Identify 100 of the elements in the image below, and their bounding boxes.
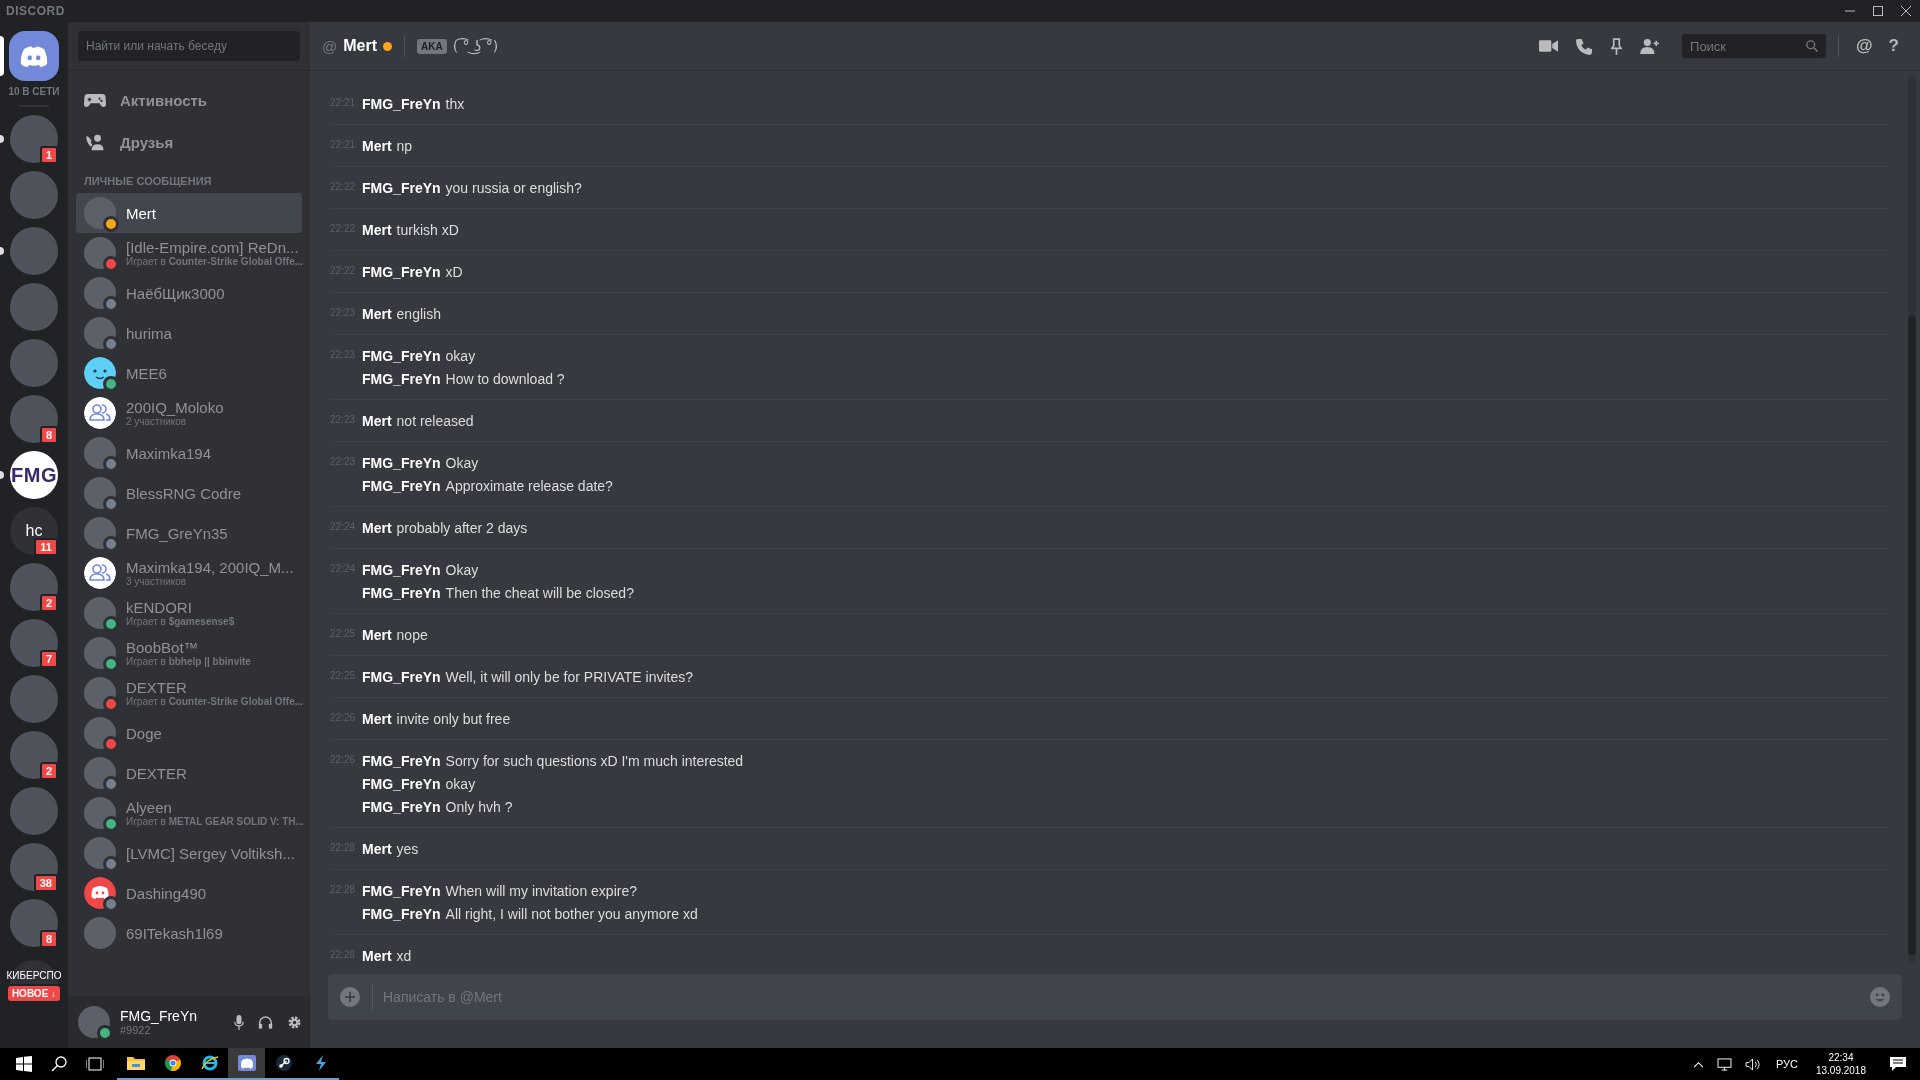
dm-item[interactable]: DEXTER xyxy=(76,753,302,793)
author-name[interactable]: Mert xyxy=(362,305,392,322)
avatar xyxy=(84,677,116,709)
author-name[interactable]: FMG_FreYn xyxy=(362,454,441,471)
dm-item[interactable]: 200IQ_Moloko 2 участников xyxy=(76,393,302,433)
dm-name: НаёбЩик3000 xyxy=(126,284,225,302)
author-name[interactable]: FMG_FreYn xyxy=(362,668,441,685)
server-avatar[interactable] xyxy=(10,563,58,611)
avatar xyxy=(84,717,116,749)
author-name[interactable]: FMG_FreYn xyxy=(362,370,441,387)
nav-item[interactable]: Активность xyxy=(76,79,302,121)
video-camera-icon[interactable] xyxy=(1539,39,1559,53)
new-badge[interactable]: НОВОЕ ↓ xyxy=(7,986,61,1001)
server-logo[interactable]: FMG xyxy=(10,451,58,499)
author-name[interactable]: FMG_FreYn xyxy=(362,882,441,899)
dm-name: MEE6 xyxy=(126,364,167,382)
dm-status: Играет в METAL GEAR SOLID V: TH... xyxy=(126,816,302,827)
microphone-icon[interactable] xyxy=(234,1014,244,1030)
dm-name: [LVMC] Sergey Voltiksh... xyxy=(126,844,295,862)
author-name[interactable]: Mert xyxy=(362,840,392,857)
volume-icon[interactable] xyxy=(1744,1057,1762,1071)
search-icon[interactable] xyxy=(51,1056,67,1072)
add-friend-icon[interactable] xyxy=(1640,38,1661,54)
server-avatar[interactable] xyxy=(10,731,58,779)
dm-item[interactable]: FMG_GreYn35 xyxy=(76,513,302,553)
network-icon[interactable] xyxy=(1715,1057,1733,1071)
author-name[interactable]: FMG_FreYn xyxy=(362,95,441,112)
taskbar-app[interactable] xyxy=(228,1048,265,1080)
dm-name: 200IQ_Moloko xyxy=(126,399,224,416)
browser-e-icon xyxy=(200,1055,219,1071)
search-field[interactable]: Найти или начать беседу xyxy=(78,31,300,61)
author-name[interactable]: FMG_FreYn xyxy=(362,752,441,769)
dm-name: Mert xyxy=(126,204,156,222)
close-icon[interactable] xyxy=(1901,6,1911,16)
message-text: xd xyxy=(396,947,412,964)
dm-item[interactable]: Alyeen Играет в METAL GEAR SOLID V: TH... xyxy=(76,793,302,833)
author-name[interactable]: FMG_FreYn xyxy=(362,477,441,494)
clock-time[interactable]: 22:34 xyxy=(1828,1051,1854,1064)
input-language[interactable]: РУС xyxy=(1775,1058,1798,1070)
chevron-up-icon[interactable] xyxy=(1692,1060,1704,1068)
server-avatar[interactable] xyxy=(10,899,58,947)
task-view-icon[interactable] xyxy=(86,1056,104,1072)
author-name[interactable]: Mert xyxy=(362,519,392,536)
maximize-icon[interactable] xyxy=(1873,6,1883,16)
dm-item[interactable]: [Idle-Empire.com] ReDn... Играет в Counter-Strike Global Offe... xyxy=(76,233,302,273)
clock-date[interactable]: 13.09.2018 xyxy=(1815,1064,1866,1077)
author-name[interactable]: Mert xyxy=(362,412,392,429)
search-field[interactable]: Поиск xyxy=(1690,38,1807,54)
server-avatar[interactable] xyxy=(10,395,58,443)
author-name[interactable]: FMG_FreYn xyxy=(362,905,441,922)
aka-badge: AKA xyxy=(417,38,447,54)
message-text: turkish xD xyxy=(396,221,459,238)
author-name[interactable]: FMG_FreYn xyxy=(362,584,441,601)
author-name[interactable]: Mert xyxy=(362,710,392,727)
message-text: probably after 2 days xyxy=(396,519,528,536)
author-name[interactable]: Mert xyxy=(362,137,392,154)
nav-item[interactable]: Друзья xyxy=(76,121,302,163)
dm-item[interactable]: kENDORI Играет в $gamesense$ xyxy=(76,593,302,633)
author-name[interactable]: Mert xyxy=(362,221,392,238)
author-name[interactable]: Mert xyxy=(362,626,392,643)
steam-icon xyxy=(275,1055,292,1071)
notifications-icon[interactable] xyxy=(1890,1057,1906,1071)
author-name[interactable]: FMG_FreYn xyxy=(362,263,441,280)
scrollbar[interactable] xyxy=(1908,75,1916,964)
dm-item[interactable]: НаёбЩик3000 xyxy=(76,273,302,313)
message-text: english xyxy=(396,305,441,322)
dm-item[interactable]: Dashing490 xyxy=(76,873,302,913)
dm-item[interactable]: MEE6 xyxy=(76,353,302,393)
dm-item[interactable]: [LVMC] Sergey Voltiksh... xyxy=(76,833,302,873)
dm-item[interactable]: hurima xyxy=(76,313,302,353)
windows-start-icon[interactable] xyxy=(16,1056,32,1072)
author-name[interactable]: FMG_FreYn xyxy=(362,179,441,196)
author-name[interactable]: FMG_FreYn xyxy=(362,561,441,578)
author-name[interactable]: FMG_FreYn xyxy=(362,347,441,364)
search-bar[interactable]: Поиск xyxy=(1682,34,1827,58)
pin-icon[interactable] xyxy=(1611,37,1623,55)
author-name[interactable]: Mert xyxy=(362,947,392,964)
dm-item[interactable]: Maximka194 xyxy=(76,433,302,473)
mention-badge: 38 xyxy=(33,874,58,892)
author-name[interactable]: FMG_FreYn xyxy=(362,798,441,815)
lightning-icon xyxy=(313,1055,328,1071)
scroll-thumb[interactable] xyxy=(1908,315,1916,955)
dm-item[interactable]: 69ITekash1l69 xyxy=(76,913,302,953)
dm-item[interactable]: BoobBot™ Играет в bbhelp || bbinvite xyxy=(76,633,302,673)
settings-icon[interactable] xyxy=(287,1014,302,1030)
phone-icon[interactable] xyxy=(1576,37,1594,55)
server-avatar[interactable] xyxy=(10,115,58,163)
friends-icon xyxy=(84,133,106,151)
dm-item[interactable]: BlessRNG Codre xyxy=(76,473,302,513)
message-text: Okay xyxy=(445,454,479,471)
dm-item[interactable]: Mert xyxy=(76,193,302,233)
headphones-icon[interactable] xyxy=(258,1015,273,1029)
help-button[interactable]: ? xyxy=(1883,36,1904,56)
mentions-button[interactable]: @ xyxy=(1851,36,1878,56)
dm-name: BlessRNG Codre xyxy=(126,484,242,502)
dm-item[interactable]: Maximka194, 200IQ_M... 3 участников xyxy=(76,553,302,593)
author-name[interactable]: FMG_FreYn xyxy=(362,775,441,792)
dm-item[interactable]: DEXTER Играет в Counter-Strike Global Offe... xyxy=(76,673,302,713)
home-button[interactable] xyxy=(9,31,59,81)
dm-item[interactable]: Doge xyxy=(76,713,302,753)
